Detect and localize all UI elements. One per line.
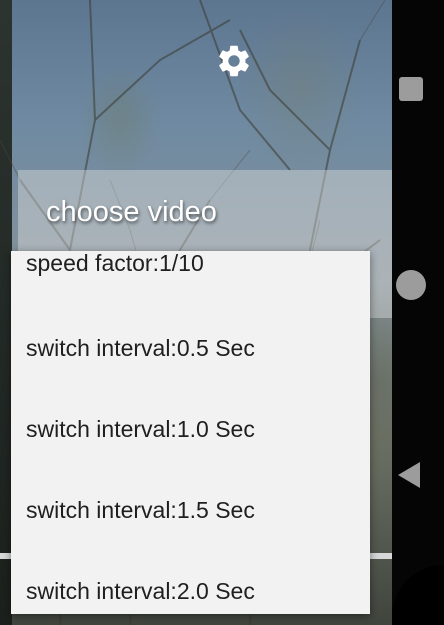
system-nav-bar xyxy=(392,0,444,625)
menu-item-label: switch interval:1.5 Sec xyxy=(26,497,255,523)
menu-item-speed-factor[interactable]: speed factor:1/10 xyxy=(11,251,370,325)
menu-item-label: switch interval:1.0 Sec xyxy=(26,416,255,442)
options-menu: speed factor:1/10 switch interval:0.5 Se… xyxy=(11,251,370,614)
menu-item-label: switch interval:0.5 Sec xyxy=(26,335,255,361)
menu-item-interval-1-5[interactable]: switch interval:1.5 Sec xyxy=(11,487,370,568)
back-icon[interactable] xyxy=(398,462,420,488)
menu-item-interval-0-5[interactable]: switch interval:0.5 Sec xyxy=(11,325,370,406)
menu-item-label: switch interval:2.0 Sec xyxy=(26,578,255,604)
menu-item-interval-2-0[interactable]: switch interval:2.0 Sec xyxy=(11,568,370,614)
menu-item-label: speed factor:1/10 xyxy=(26,251,204,276)
choose-video-button[interactable]: choose video xyxy=(46,196,217,229)
gear-icon[interactable] xyxy=(215,42,253,80)
screen-corner xyxy=(392,565,444,625)
home-icon[interactable] xyxy=(396,270,426,300)
menu-item-interval-1-0[interactable]: switch interval:1.0 Sec xyxy=(11,406,370,487)
recents-icon[interactable] xyxy=(399,77,423,101)
